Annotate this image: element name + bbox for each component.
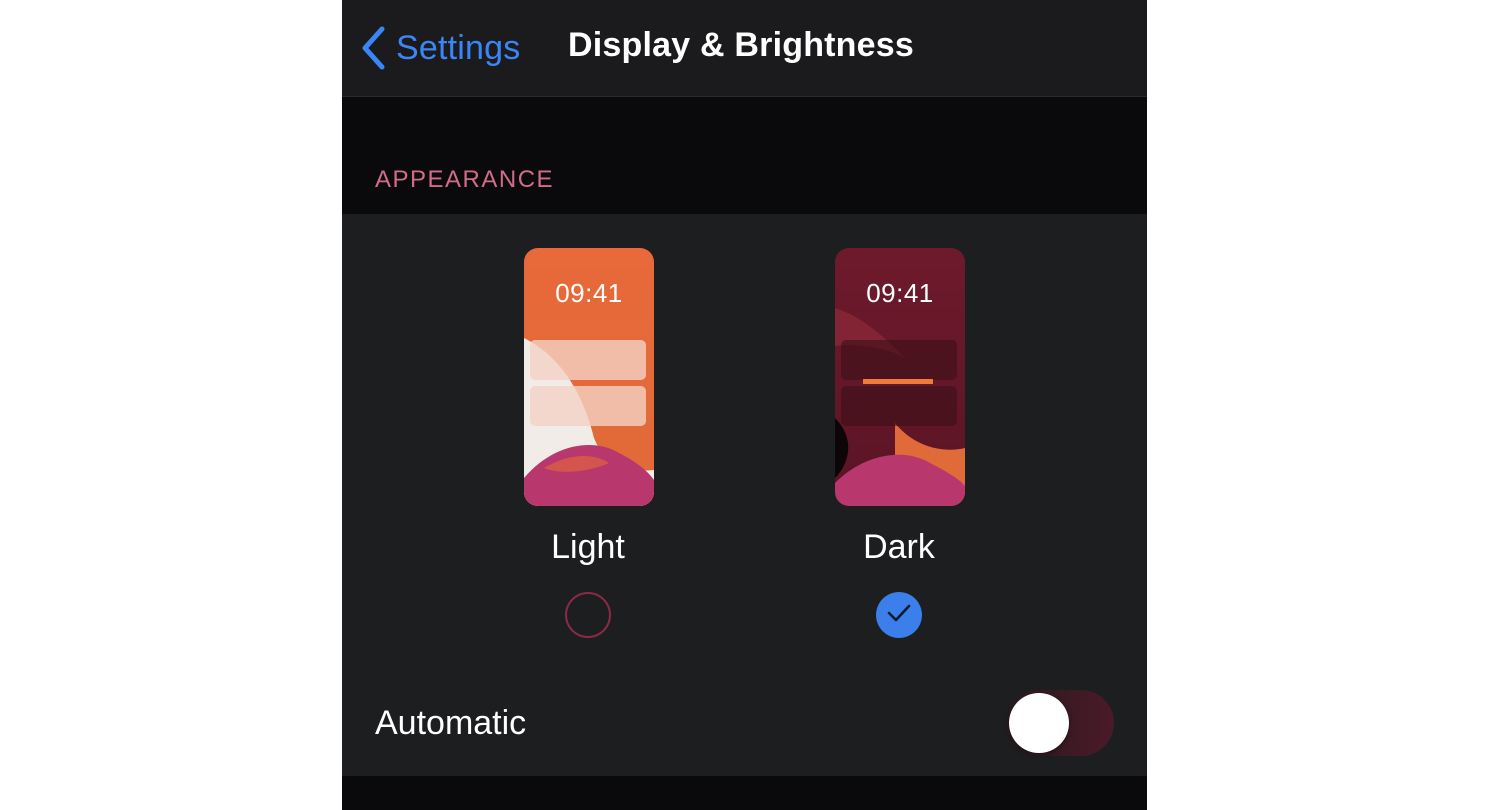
dark-radio-button[interactable] [876,592,922,638]
back-button-label: Settings [396,28,521,67]
dark-preview-time: 09:41 [866,278,934,308]
toggle-knob[interactable] [1009,693,1069,753]
settings-screen: Settings Display & Brightness APPEARANCE [342,0,1147,810]
appearance-option-light[interactable]: 09:41 Light [488,248,688,648]
light-preview-thumbnail[interactable]: 09:41 [524,248,654,506]
automatic-label: Automatic [375,704,527,742]
light-preview-time: 09:41 [555,278,623,308]
light-option-label: Light [551,528,625,566]
dark-preview-thumbnail[interactable]: 09:41 [835,248,965,506]
checkmark-icon [886,602,912,629]
back-button[interactable]: Settings [360,22,520,74]
page-title: Display & Brightness [568,26,914,64]
navigation-bar: Settings Display & Brightness [342,0,1147,97]
light-radio-button[interactable] [565,592,611,638]
automatic-toggle[interactable] [1006,690,1114,756]
appearance-group: 09:41 Light 09:41 Dark Automatic [342,214,1147,776]
automatic-row: Automatic [342,676,1147,772]
section-header-appearance: APPEARANCE [375,166,555,193]
dark-option-label: Dark [863,528,935,566]
appearance-option-dark[interactable]: 09:41 Dark [799,248,999,648]
chevron-left-icon [360,26,386,70]
